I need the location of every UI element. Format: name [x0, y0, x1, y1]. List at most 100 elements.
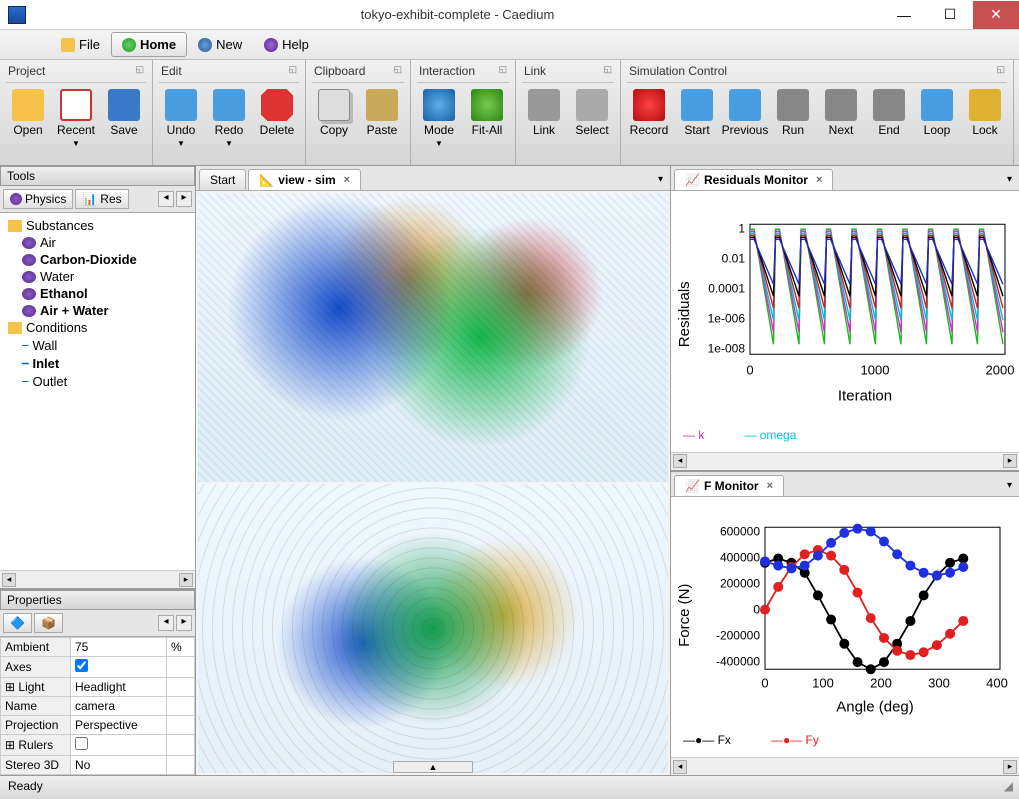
menu-file[interactable]: File — [50, 32, 111, 57]
viewport-expand-handle[interactable]: ▲ — [393, 761, 473, 773]
resize-grip[interactable]: ◢ — [1004, 779, 1011, 796]
properties-tabs-right[interactable]: ▸ — [176, 615, 192, 631]
residuals-menu[interactable]: ▾ — [1003, 172, 1016, 187]
tree-item-outlet[interactable]: ⎯Outlet — [4, 372, 191, 390]
ribbon-group-reset: Reset◱Stop — [1014, 60, 1019, 165]
svg-text:200000: 200000 — [720, 576, 760, 590]
close-button[interactable]: ✕ — [973, 1, 1019, 29]
prop-row-light[interactable]: ⊞ LightHeadlight — [1, 678, 195, 697]
dialog-launcher-icon[interactable]: ◱ — [288, 64, 297, 78]
tools-tabs-left[interactable]: ◂ — [158, 191, 174, 207]
open-icon — [12, 89, 44, 121]
start-button[interactable]: Start — [675, 87, 719, 139]
previous-button[interactable]: Previous — [723, 87, 767, 139]
tree-item-air-water[interactable]: Air + Water — [4, 302, 191, 319]
properties-tab-2[interactable]: 📦 — [34, 613, 63, 633]
prop-row-ambient[interactable]: Ambient75% — [1, 638, 195, 657]
tree-item-water[interactable]: Water — [4, 268, 191, 285]
lock-button[interactable]: Lock — [963, 87, 1007, 139]
prop-row-name[interactable]: Namecamera — [1, 697, 195, 716]
prop-row-stereo-3d[interactable]: Stereo 3DNo — [1, 756, 195, 775]
svg-text:0: 0 — [753, 602, 760, 616]
atom-icon — [22, 288, 36, 300]
delete-button[interactable]: Delete — [255, 87, 299, 139]
force-plot[interactable]: Force (N) Angle (deg) 600000400000200000… — [675, 501, 1015, 730]
dialog-launcher-icon[interactable]: ◱ — [135, 64, 144, 78]
view-tabs-menu[interactable]: ▾ — [654, 172, 667, 187]
view-tab-start[interactable]: Start — [199, 169, 246, 190]
select-button[interactable]: Select — [570, 87, 614, 139]
residuals-plot[interactable]: Residuals Iteration 10.010.00011e-0061e-… — [675, 195, 1015, 424]
menu-new[interactable]: New — [187, 32, 253, 57]
prop-checkbox[interactable] — [75, 659, 88, 672]
close-icon[interactable]: × — [767, 480, 773, 492]
start-icon — [681, 89, 713, 121]
close-icon[interactable]: × — [344, 174, 350, 186]
run-button[interactable]: Run — [771, 87, 815, 139]
tree-item-wall[interactable]: ⎯Wall — [4, 336, 191, 354]
loop-button[interactable]: Loop — [915, 87, 959, 139]
prop-row-projection[interactable]: ProjectionPerspective — [1, 716, 195, 735]
mode-icon — [423, 89, 455, 121]
dialog-launcher-icon[interactable]: ◱ — [393, 64, 402, 78]
dialog-launcher-icon[interactable]: ◱ — [603, 64, 612, 78]
tools-tabs-right[interactable]: ▸ — [176, 191, 192, 207]
window-title: tokyo-exhibit-complete - Caedium — [34, 7, 881, 22]
prop-checkbox[interactable] — [75, 737, 88, 750]
residuals-hscroll[interactable]: ◂▸ — [671, 452, 1019, 470]
viewport-lower[interactable] — [198, 484, 668, 773]
viewport-3d[interactable]: ▲ — [196, 191, 670, 775]
view-tab-view-sim[interactable]: 📐 view - sim× — [248, 169, 361, 190]
close-icon[interactable]: × — [816, 174, 822, 186]
dialog-launcher-icon[interactable]: ◱ — [498, 64, 507, 78]
file-icon — [61, 38, 75, 52]
menu-help[interactable]: Help — [253, 32, 320, 57]
link-button[interactable]: Link — [522, 87, 566, 139]
menu-home[interactable]: Home — [111, 32, 187, 57]
ribbon-group-clipboard: Clipboard◱CopyPaste — [306, 60, 411, 165]
end-icon — [873, 89, 905, 121]
maximize-button[interactable]: ☐ — [927, 1, 973, 29]
tree-item-carbon-dioxide[interactable]: Carbon-Dioxide — [4, 251, 191, 268]
paste-button[interactable]: Paste — [360, 87, 404, 139]
dialog-launcher-icon[interactable]: ◱ — [996, 64, 1005, 78]
tools-tab-physics[interactable]: Physics — [3, 189, 73, 209]
svg-text:1e-008: 1e-008 — [708, 341, 746, 355]
open-button[interactable]: Open — [6, 87, 50, 139]
end-button[interactable]: End — [867, 87, 911, 139]
svg-text:600000: 600000 — [720, 524, 760, 538]
tree-item-ethanol[interactable]: Ethanol — [4, 285, 191, 302]
fmonitor-tab[interactable]: 📈 F Monitor× — [674, 475, 784, 496]
properties-tab-1[interactable]: 🔷 — [3, 613, 32, 633]
tools-tree[interactable]: SubstancesAirCarbon-DioxideWaterEthanolA… — [0, 213, 195, 570]
tree-item-air[interactable]: Air — [4, 234, 191, 251]
tools-hscroll[interactable]: ◂▸ — [0, 570, 195, 588]
fmonitor-hscroll[interactable]: ◂▸ — [671, 757, 1019, 775]
residuals-tab[interactable]: 📈 Residuals Monitor× — [674, 169, 833, 190]
tools-tab-results[interactable]: 📊 Res — [75, 189, 128, 209]
link-icon — [528, 89, 560, 121]
delete-icon — [261, 89, 293, 121]
save-button[interactable]: Save — [102, 87, 146, 139]
minimize-button[interactable]: — — [881, 1, 927, 29]
copy-button[interactable]: Copy — [312, 87, 356, 139]
tree-folder-substances[interactable]: Substances — [4, 217, 191, 234]
tree-folder-conditions[interactable]: Conditions — [4, 319, 191, 336]
prop-row-rulers[interactable]: ⊞ Rulers — [1, 735, 195, 756]
next-button[interactable]: Next — [819, 87, 863, 139]
prop-row-axes[interactable]: Axes — [1, 657, 195, 678]
tree-item-inlet[interactable]: ⎯Inlet — [4, 354, 191, 372]
viewport-upper[interactable] — [198, 193, 668, 482]
save-icon — [108, 89, 140, 121]
mode-button[interactable]: Mode▼ — [417, 87, 461, 150]
fmonitor-tabs: 📈 F Monitor× ▾ — [671, 472, 1019, 497]
properties-tabs-left[interactable]: ◂ — [158, 615, 174, 631]
fit-all-button[interactable]: Fit-All — [465, 87, 509, 139]
new-icon — [198, 38, 212, 52]
record-button[interactable]: Record — [627, 87, 671, 139]
recent-button[interactable]: Recent▼ — [54, 87, 98, 150]
fmonitor-menu[interactable]: ▾ — [1003, 478, 1016, 493]
undo-button[interactable]: Undo▼ — [159, 87, 203, 150]
tools-tabs: Physics 📊 Res ◂ ▸ — [0, 186, 195, 213]
redo-button[interactable]: Redo▼ — [207, 87, 251, 150]
